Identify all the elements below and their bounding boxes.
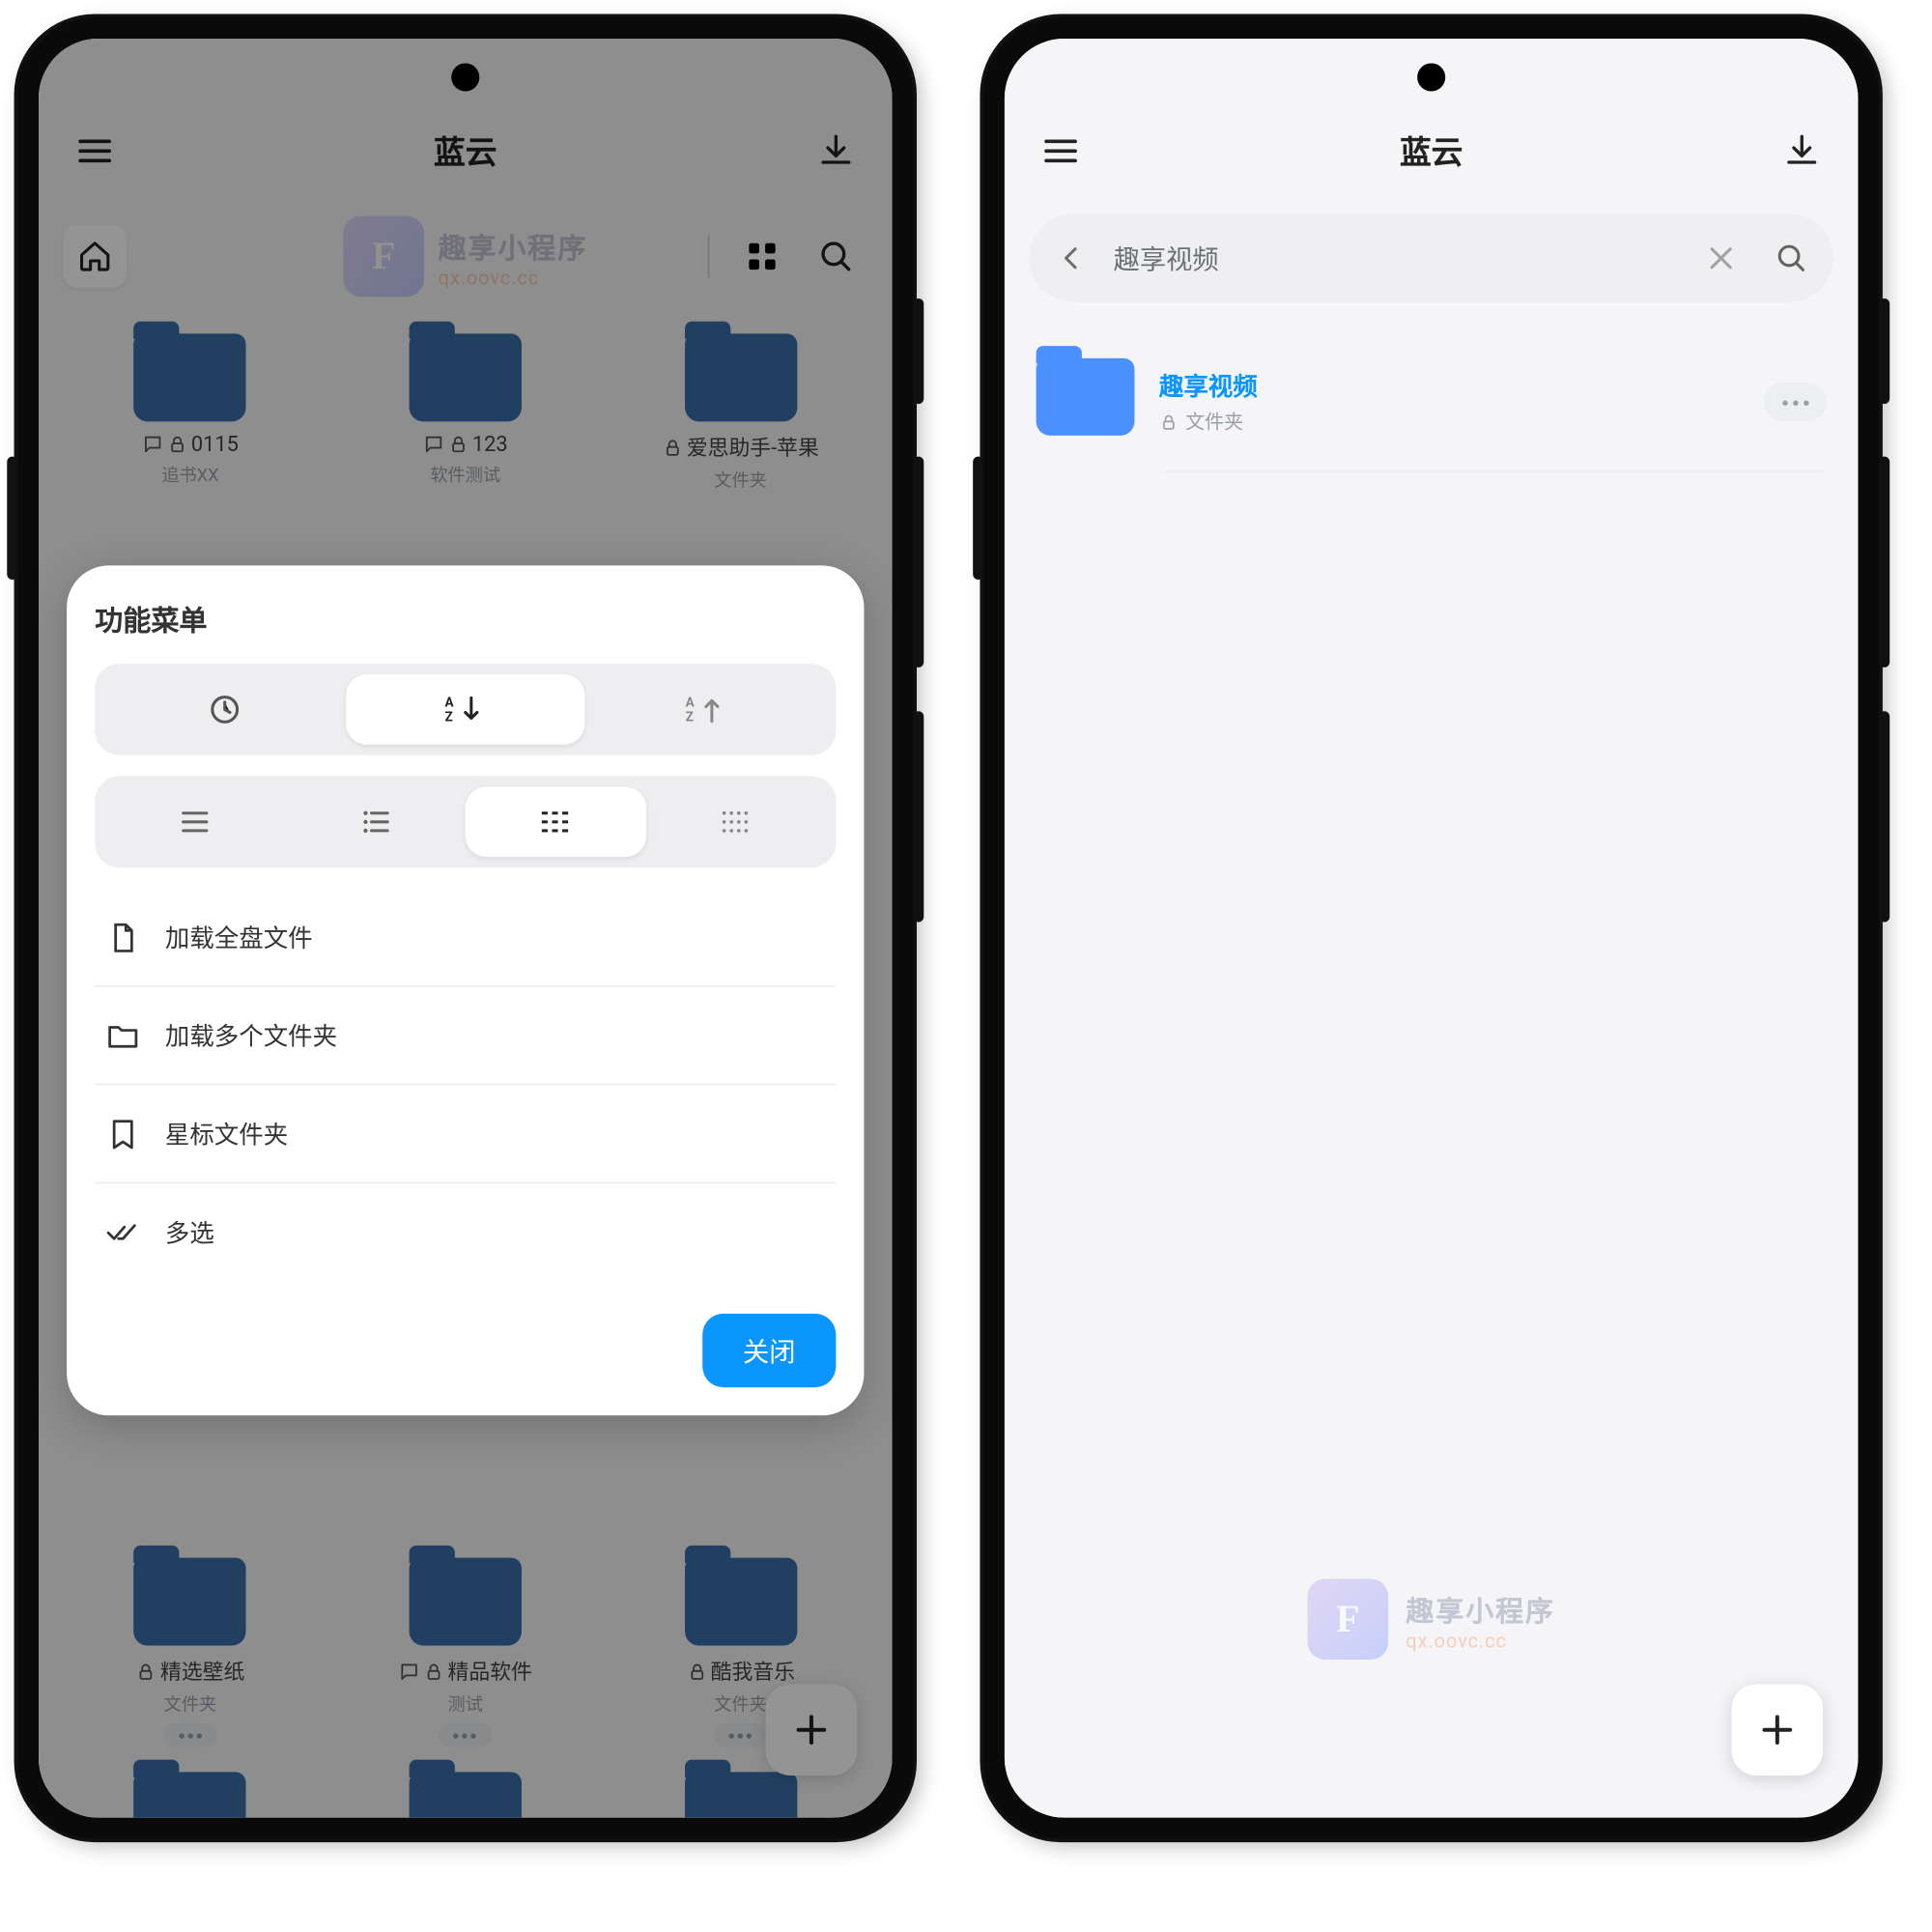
search-back-button[interactable] (1039, 242, 1102, 274)
lock-icon (1159, 412, 1179, 431)
search-bar: 趣享视频 (1029, 214, 1833, 302)
hw-button (1879, 457, 1889, 668)
phone-right: 蓝云 趣享视频 (983, 17, 1879, 1838)
hw-button (913, 457, 923, 668)
menu-load-multi-folders[interactable]: 加载多个文件夹 (95, 987, 836, 1086)
svg-text:Z: Z (685, 710, 693, 725)
search-result-item[interactable]: 趣享视频 文件夹 (1005, 333, 1859, 470)
menu-list: 加载全盘文件 加载多个文件夹 星标文件夹 多选 (95, 889, 836, 1282)
chevron-left-icon (1056, 242, 1088, 274)
hw-button (913, 711, 923, 922)
grid-med-icon (536, 805, 575, 839)
hamburger-icon (1041, 131, 1080, 170)
page-title: 蓝云 (1400, 128, 1463, 174)
menu-button[interactable] (1029, 120, 1092, 183)
sort-az-up-icon: AZ (684, 692, 726, 726)
svg-text:A: A (445, 695, 455, 710)
result-name: 趣享视频 (1159, 369, 1258, 404)
grid-small-icon (716, 805, 754, 839)
close-icon (1705, 242, 1737, 274)
watermark-text: 趣享小程序 qx.oovc.cc (1406, 1587, 1555, 1652)
result-type: 文件夹 (1159, 408, 1258, 436)
close-button[interactable]: 关闭 (702, 1314, 836, 1387)
layout-small-grid[interactable] (645, 786, 825, 857)
plus-icon (1758, 1711, 1797, 1749)
hw-button (1879, 298, 1889, 404)
clock-icon (208, 692, 242, 726)
layout-segmented-control (95, 777, 836, 868)
svg-text:A: A (685, 695, 695, 710)
function-menu-sheet: 功能菜单 AZ AZ (67, 565, 864, 1415)
sort-az-down-icon: AZ (444, 692, 487, 726)
watermark: F 趣享小程序 qx.oovc.cc (1307, 1578, 1554, 1660)
download-icon (1782, 131, 1821, 170)
watermark-logo: F (1307, 1578, 1388, 1660)
sort-az-asc[interactable]: AZ (585, 674, 825, 745)
add-button[interactable] (1732, 1684, 1824, 1776)
hw-button (973, 457, 983, 580)
bookmark-icon (105, 1116, 140, 1151)
divider (1163, 470, 1827, 472)
camera-hole (1417, 63, 1445, 91)
search-input[interactable]: 趣享视频 (1110, 240, 1683, 276)
hw-button (1879, 711, 1889, 922)
menu-multiselect[interactable]: 多选 (95, 1183, 836, 1282)
titlebar: 蓝云 (1005, 101, 1859, 200)
camera-hole (451, 63, 479, 91)
double-check-icon (105, 1215, 140, 1250)
menu-load-all-files[interactable]: 加载全盘文件 (95, 889, 836, 987)
list-lines-icon (176, 805, 214, 839)
search-icon (1774, 241, 1808, 275)
download-button[interactable] (1771, 120, 1833, 183)
sort-az-desc[interactable]: AZ (346, 674, 585, 745)
sort-segmented-control: AZ AZ (95, 664, 836, 755)
svg-text:Z: Z (445, 710, 453, 725)
phone-left: 蓝云 F 趣享小程序 qx.oovc.cc (17, 17, 913, 1838)
search-screen: 蓝云 趣享视频 (1005, 39, 1859, 1818)
hw-button (7, 457, 17, 580)
layout-compact-list[interactable] (285, 786, 465, 857)
hw-button (913, 298, 923, 404)
sheet-title: 功能菜单 (95, 597, 836, 639)
menu-starred-folders[interactable]: 星标文件夹 (95, 1086, 836, 1184)
list-bullets-icon (356, 805, 395, 839)
clear-search-button[interactable] (1690, 242, 1752, 274)
file-icon (105, 920, 140, 954)
search-go-button[interactable] (1760, 241, 1823, 275)
sort-by-time[interactable] (105, 674, 345, 745)
layout-grid[interactable] (466, 786, 645, 857)
layout-list[interactable] (105, 786, 285, 857)
result-more-button[interactable] (1763, 383, 1826, 421)
folder-outline-icon (105, 1018, 140, 1053)
folder-icon (1037, 358, 1135, 436)
